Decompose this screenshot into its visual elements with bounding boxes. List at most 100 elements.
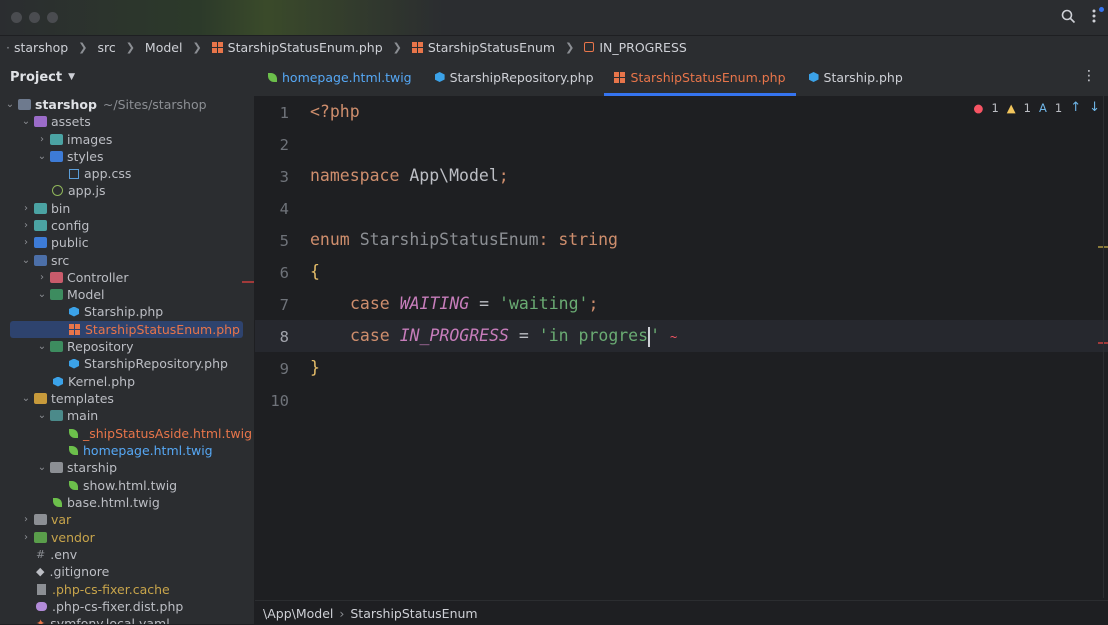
chevron-down-icon: ⌄ [21, 393, 31, 404]
folder-icon [34, 393, 47, 404]
tree-item-config[interactable]: › config [20, 217, 89, 234]
breadcrumb-item-case[interactable]: IN_PROGRESS [584, 40, 687, 55]
tab-label: StarshipStatusEnum.php [630, 69, 786, 85]
close-window-button[interactable] [11, 12, 22, 23]
tree-item-assets[interactable]: ⌄ assets [20, 113, 91, 130]
breadcrumb-item-model[interactable]: Model [145, 40, 183, 55]
php-file-icon [36, 602, 47, 611]
tree-item-label: templates [51, 391, 114, 406]
code-editor[interactable]: 1 2 3 4 5 6 7 8 9 10 <?php namespace App… [255, 96, 1108, 598]
tree-item-php-cs-fixer-dist[interactable]: .php-cs-fixer.dist.php [34, 598, 183, 615]
tree-item-symfony-local[interactable]: ✦ symfony.local.yaml [34, 615, 170, 624]
namespace-name: App\Model [409, 166, 499, 185]
tree-item-starship-status-enum[interactable]: StarshipStatusEnum.php [10, 321, 243, 338]
footer-namespace[interactable]: \App\Model [263, 606, 333, 621]
tree-item-label: public [51, 235, 89, 250]
tree-item-gitignore[interactable]: ◆ .gitignore [34, 563, 109, 580]
tab-starship-php[interactable]: Starship.php [796, 58, 913, 96]
semicolon: ; [588, 294, 599, 313]
tree-item-label: vendor [51, 530, 95, 545]
tree-item-starship-php[interactable]: Starship.php [66, 303, 163, 320]
project-panel-header[interactable]: Project ▼ [0, 58, 264, 96]
tree-item-label: homepage.html.twig [83, 443, 213, 458]
tree-item-base-twig[interactable]: base.html.twig [50, 494, 160, 511]
tree-item-php-cs-fixer-cache[interactable]: .php-cs-fixer.cache [34, 581, 170, 598]
chevron-right-icon: ❯ [565, 40, 575, 54]
search-icon[interactable] [1061, 9, 1076, 28]
footer-enum[interactable]: StarshipStatusEnum [350, 606, 477, 621]
tree-item-starship-repository-php[interactable]: StarshipRepository.php [66, 355, 228, 372]
tree-item-bin[interactable]: › bin [20, 200, 70, 217]
kebab-icon[interactable] [1091, 8, 1097, 28]
chevron-down-icon: ⌄ [37, 462, 47, 473]
tree-item-label: assets [51, 114, 91, 129]
minimize-window-button[interactable] [29, 12, 40, 23]
error-count: 1 [991, 100, 999, 115]
tree-item-var[interactable]: › var [20, 511, 71, 528]
tree-item-label: base.html.twig [67, 495, 160, 510]
chevron-right-icon: › [24, 514, 28, 525]
tree-item-styles[interactable]: ⌄ styles [36, 148, 104, 165]
tree-item-label: styles [67, 149, 104, 164]
tree-item-kernel-php[interactable]: Kernel.php [50, 373, 135, 390]
tree-item-label: _shipStatusAside.html.twig [83, 426, 253, 441]
tab-starship-repository[interactable]: StarshipRepository.php [422, 58, 604, 96]
tree-item-homepage-twig[interactable]: homepage.html.twig [66, 442, 213, 459]
tree-item-label: starship [67, 460, 118, 475]
tree-item-starship-folder[interactable]: ⌄ starship [36, 459, 117, 476]
close-brace: } [310, 358, 320, 377]
tree-item-label: Starship.php [84, 304, 164, 319]
scrollbar-track[interactable] [1103, 96, 1104, 598]
tree-item-model[interactable]: ⌄ Model [36, 286, 105, 303]
tree-item-templates[interactable]: ⌄ templates [20, 390, 114, 407]
chevron-right-icon: › [24, 220, 28, 231]
tree-item-vendor[interactable]: › vendor [20, 529, 95, 546]
tree-item-app-css[interactable]: app.css [66, 165, 131, 182]
chevron-right-icon: ❯ [78, 40, 88, 54]
tree-item-app-js[interactable]: app.js [50, 182, 106, 199]
tab-label: homepage.html.twig [282, 69, 412, 85]
tree-item-src[interactable]: ⌄ src [20, 252, 69, 269]
tree-item-controller[interactable]: › Controller [36, 269, 129, 286]
arrow-down-icon[interactable]: ↓ [1089, 100, 1100, 115]
tree-item-public[interactable]: › public [20, 234, 89, 251]
php-class-icon [434, 72, 445, 82]
breadcrumb-item-file[interactable]: StarshipStatusEnum.php [211, 40, 383, 55]
maximize-window-button[interactable] [47, 12, 58, 23]
tree-item-show-twig[interactable]: show.html.twig [66, 477, 177, 494]
line-number: 10 [270, 392, 289, 410]
tab-homepage-twig[interactable]: homepage.html.twig [255, 58, 422, 96]
tree-item-path: ~/Sites/starshop [102, 97, 207, 112]
folder-icon [34, 203, 47, 214]
tree-item-ship-status-aside[interactable]: _shipStatusAside.html.twig [66, 425, 252, 442]
colon: : [538, 230, 549, 249]
folder-icon [50, 341, 63, 352]
code-line-8: case IN_PROGRESS = 'in progres ' ~ [350, 320, 677, 352]
tree-item-root[interactable]: ⌄ starshop ~/Sites/starshop [4, 96, 207, 113]
tree-item-images[interactable]: › images [36, 131, 112, 148]
tab-label: StarshipRepository.php [449, 69, 594, 85]
enum-case-name: IN_PROGRESS [399, 326, 509, 345]
error-stripe-marker [242, 281, 254, 283]
warning-icon: ▲ [1006, 100, 1016, 115]
arrow-up-icon[interactable]: ↑ [1070, 100, 1081, 115]
inspection-widget[interactable]: ● 1 ▲ 1 A1 ↑ ↓ [973, 100, 1100, 115]
open-brace: { [310, 262, 320, 281]
breadcrumb-item-enum[interactable]: StarshipStatusEnum [411, 40, 555, 55]
tree-item-repository[interactable]: ⌄ Repository [36, 338, 134, 355]
css-file-icon [69, 168, 79, 179]
tab-starship-status-enum[interactable]: StarshipStatusEnum.php [603, 58, 796, 96]
editor-tabs: homepage.html.twig StarshipRepository.ph… [255, 58, 1108, 97]
chevron-right-icon: › [24, 203, 28, 214]
tree-item-env[interactable]: # .env [34, 546, 77, 563]
git-icon: ◆ [36, 565, 45, 578]
code-line-1: <?php [310, 96, 360, 128]
folder-icon [50, 151, 63, 162]
tree-item-main[interactable]: ⌄ main [36, 407, 98, 424]
chevron-right-icon: › [40, 134, 44, 145]
chevron-down-icon: ⌄ [21, 116, 31, 127]
title-bar [0, 0, 1108, 36]
breadcrumb-item-src[interactable]: src [97, 40, 115, 55]
tabs-more-icon[interactable]: ⋮ [1082, 68, 1096, 84]
breadcrumb-item-starshop[interactable]: starshop [14, 40, 68, 55]
